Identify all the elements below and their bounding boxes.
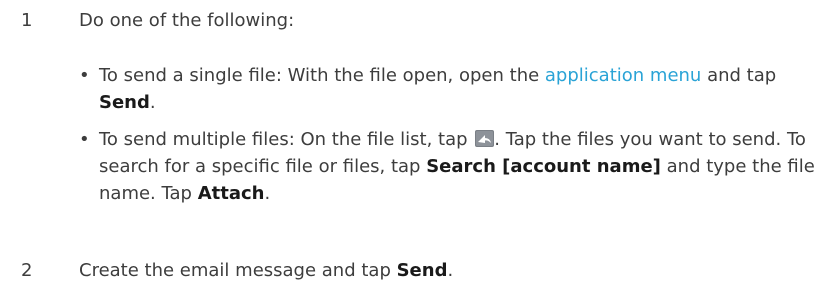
bold-term: Send [396, 260, 448, 281]
bold-term: Attach [197, 183, 265, 204]
bold-term: Send [99, 92, 150, 113]
step-number: 1 [21, 10, 33, 31]
document-page: 1 Do one of the following: • To send a s… [0, 0, 827, 302]
bullet-marker: • [79, 129, 90, 150]
bullet-text: . [149, 92, 156, 113]
bullet-list: • To send a single file: With the file o… [79, 62, 819, 217]
step-text: Create the email message and tap Send. [79, 257, 453, 284]
bullet-multiple-files: • To send multiple files: On the file li… [79, 126, 819, 207]
bullet-single-file: • To send a single file: With the file o… [79, 62, 819, 116]
step-text-part: . [447, 260, 454, 281]
bullet-text: . [264, 183, 271, 204]
step-text: Do one of the following: [79, 10, 295, 31]
bullet-text: To send multiple files: On the file list… [99, 129, 474, 150]
bullet-marker: • [79, 65, 90, 86]
application-menu-link[interactable]: application menu [545, 65, 701, 86]
bold-term: Search [account name] [426, 156, 661, 177]
send-share-icon [475, 128, 495, 147]
bullet-text: and tap [701, 65, 777, 86]
bullet-text: To send a single file: With the file ope… [99, 65, 545, 86]
step-number: 2 [21, 260, 33, 281]
step-text-part: Create the email message and tap [79, 260, 397, 281]
